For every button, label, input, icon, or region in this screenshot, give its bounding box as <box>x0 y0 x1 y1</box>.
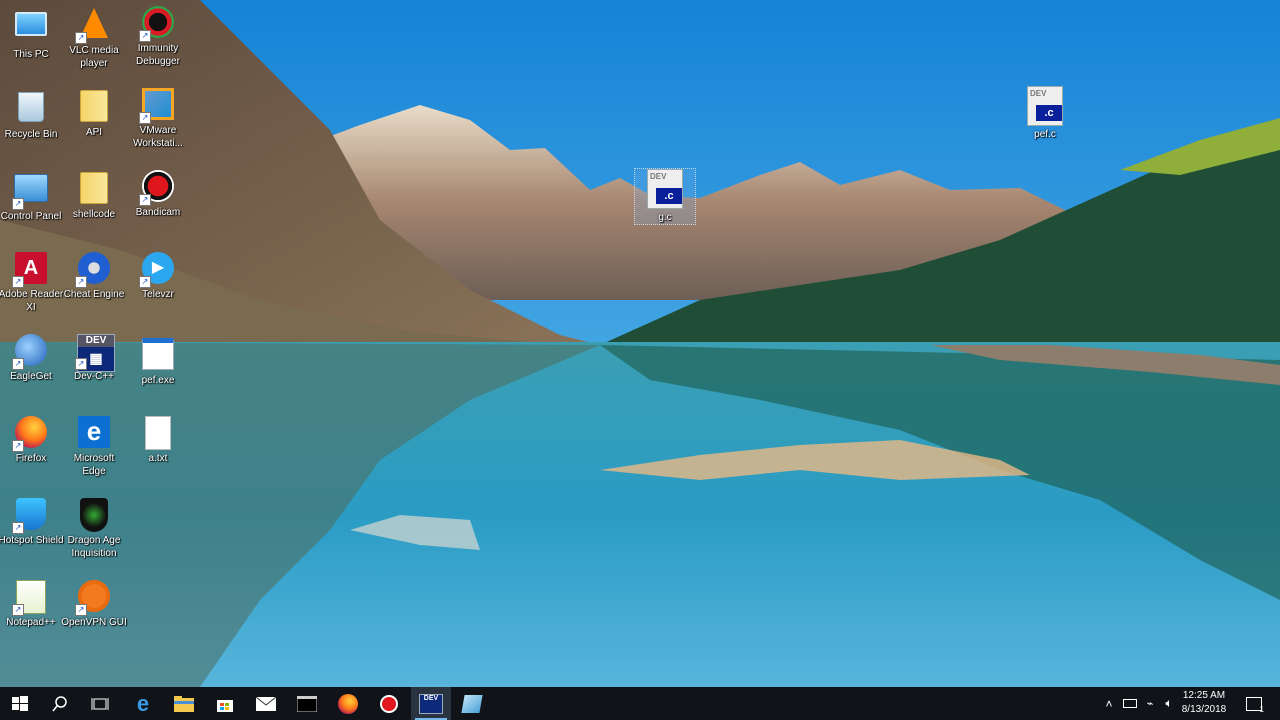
notification-count: 1 <box>1259 705 1264 714</box>
shortcut-arrow-icon: ↗ <box>12 604 24 616</box>
desktop-icon-cheat-engine[interactable]: ↗ Cheat Engine <box>61 252 127 301</box>
folder-icon <box>80 172 108 204</box>
tray-battery[interactable] <box>1120 687 1140 720</box>
edge-taskbar-button[interactable]: e <box>123 687 163 720</box>
text-file-icon <box>145 416 171 450</box>
desktop-icon-televzr[interactable]: ▶ ↗ Televzr <box>125 252 191 301</box>
show-hidden-icons-button[interactable]: ˄ <box>1100 687 1118 720</box>
desktop-icon-recycle-bin[interactable]: Recycle Bin <box>0 88 64 141</box>
shortcut-arrow-icon: ↗ <box>139 276 151 288</box>
edge-icon: e <box>136 690 150 716</box>
dragon-age-icon <box>80 498 108 532</box>
network-disconnected-icon: ⌁ <box>1146 698 1154 710</box>
tray-network[interactable]: ⌁ <box>1140 687 1160 720</box>
bandicam-taskbar-button[interactable] <box>369 687 409 720</box>
this-pc-icon <box>15 12 47 36</box>
clock-date: 8/13/2018 <box>1181 704 1227 715</box>
desktop-icon-vmware[interactable]: ↗ VMware Workstati... <box>125 88 191 150</box>
mail-button[interactable] <box>246 687 286 720</box>
desktop-icon-dev-cpp[interactable]: DEV ▦ ↗ Dev-C++ <box>61 334 127 383</box>
folder-icon <box>174 695 194 712</box>
firefox-icon <box>338 693 358 714</box>
desktop-wallpaper <box>0 0 1280 687</box>
desktop-icon-bandicam[interactable]: ↗ Bandicam <box>125 170 191 219</box>
file-explorer-button[interactable] <box>164 687 204 720</box>
clock-time: 12:25 AM <box>1182 690 1226 701</box>
start-button[interactable] <box>0 687 40 720</box>
action-center-button[interactable]: 1 <box>1240 687 1268 720</box>
desktop-icon-control-panel[interactable]: ↗ Control Panel <box>0 170 64 223</box>
desktop-icon-hotspot-shield[interactable]: ↗ Hotspot Shield <box>0 498 64 547</box>
shortcut-arrow-icon: ↗ <box>12 276 24 288</box>
desktop-icon-notepad-plus-plus[interactable]: ↗ Notepad++ <box>0 580 64 629</box>
shortcut-arrow-icon: ↗ <box>75 358 87 370</box>
shortcut-arrow-icon: ↗ <box>75 32 87 44</box>
shortcut-arrow-icon: ↗ <box>12 358 24 370</box>
task-view-button[interactable] <box>80 687 120 720</box>
desktop-icon-firefox[interactable]: ↗ Firefox <box>0 416 64 465</box>
app-icon <box>461 694 483 713</box>
desktop-icon-api-folder[interactable]: API <box>61 88 127 139</box>
battery-icon <box>1123 699 1137 708</box>
desktop-icon-a-txt[interactable]: a.txt <box>125 416 191 465</box>
desktop-icon-pef-exe[interactable]: pef.exe <box>125 334 191 387</box>
folder-icon <box>80 90 108 122</box>
shortcut-arrow-icon: ↗ <box>139 194 151 206</box>
recycle-bin-icon <box>18 92 44 122</box>
store-icon <box>217 699 233 712</box>
shortcut-arrow-icon: ↗ <box>12 440 24 452</box>
c-source-file-icon: DEV .c <box>1027 86 1063 126</box>
shortcut-arrow-icon: ↗ <box>12 198 24 210</box>
shortcut-arrow-icon: ↗ <box>12 522 24 534</box>
shortcut-arrow-icon: ↗ <box>75 604 87 616</box>
taskbar: e DEV ˄ ⌁ 🔈︎ 12:25 AM 8/13/2018 1 <box>0 687 1280 720</box>
terminal-button[interactable] <box>287 687 327 720</box>
shortcut-arrow-icon: ↗ <box>139 112 151 124</box>
desktop-icon-openvpn[interactable]: ↗ OpenVPN GUI <box>61 580 127 629</box>
firefox-taskbar-button[interactable] <box>328 687 368 720</box>
windows-logo-icon <box>12 695 28 711</box>
terminal-icon <box>297 695 317 712</box>
mail-icon <box>256 696 276 711</box>
tray-clock[interactable]: 12:25 AM 8/13/2018 <box>1176 687 1232 720</box>
app-taskbar-button[interactable] <box>452 687 492 720</box>
desktop-icon-pef-c[interactable]: DEV .c pef.c <box>1012 86 1078 141</box>
edge-icon: e <box>78 416 110 448</box>
dev-cpp-icon: DEV <box>419 693 443 714</box>
search-button[interactable] <box>40 687 80 720</box>
chevron-up-icon: ˄ <box>1105 696 1113 711</box>
desktop-icon-edge[interactable]: e Microsoft Edge <box>61 416 127 478</box>
shortcut-arrow-icon: ↗ <box>139 30 151 42</box>
record-icon <box>380 694 398 713</box>
desktop-icon-g-c[interactable]: DEV .c g.c <box>634 168 696 225</box>
exe-file-icon <box>142 338 174 370</box>
shortcut-arrow-icon: ↗ <box>75 276 87 288</box>
store-button[interactable] <box>205 687 245 720</box>
dev-cpp-taskbar-button[interactable]: DEV <box>411 687 451 720</box>
desktop-icon-adobe-reader[interactable]: A ↗ Adobe Reader XI <box>0 252 64 314</box>
task-view-icon <box>91 697 109 710</box>
search-icon <box>52 695 67 711</box>
desktop-icon-eagleget[interactable]: ↗ EagleGet <box>0 334 64 383</box>
desktop-icon-vlc[interactable]: ↗ VLC media player <box>61 6 127 70</box>
desktop-icon-immunity-debugger[interactable]: ↗ Immunity Debugger <box>125 6 191 68</box>
desktop-icon-this-pc[interactable]: This PC <box>0 6 64 61</box>
desktop-icon-shellcode-folder[interactable]: shellcode <box>61 170 127 221</box>
c-source-file-icon: DEV .c <box>647 169 683 209</box>
desktop-icon-dragon-age[interactable]: Dragon Age Inquisition <box>61 498 127 560</box>
volume-icon: 🔈︎ <box>1165 696 1173 710</box>
